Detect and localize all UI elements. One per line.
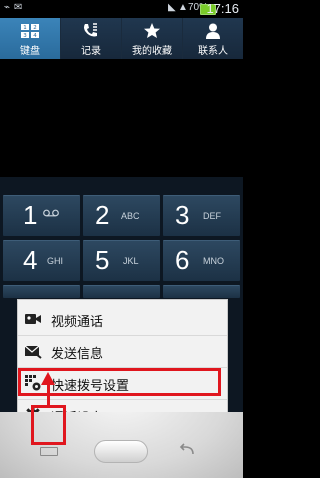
key-4[interactable]: 4 GHI [3,240,80,281]
key-digit: 3 [175,200,190,230]
key-6[interactable]: 6 MNO [163,240,240,281]
svg-text:1: 1 [23,25,27,31]
annotation-highlight-menu-key [31,405,66,445]
home-button[interactable] [94,440,148,463]
tab-label: 键盘 [20,46,40,57]
tab-keypad[interactable]: 1 2 3 4 键盘 [0,18,61,59]
status-bar: ⌁ ✉ ◣ ▲ 70% 17:16 [0,0,243,18]
menu-key[interactable] [40,447,58,456]
key-digit: 4 [23,245,38,275]
annotation-arrow-head [41,372,55,385]
tab-label: 我的收藏 [132,46,172,57]
key-letters: DEF [203,211,221,221]
tab-label: 记录 [81,46,101,57]
key-letters: ABC [121,211,140,221]
svg-text:4: 4 [33,33,37,39]
key-row-partial[interactable] [3,285,80,298]
key-letters: GHI [47,256,64,266]
key-letters: JKL [123,256,139,266]
usb-icon: ⌁ [4,2,11,13]
key-5[interactable]: 5 JKL [83,240,160,281]
key-letters: MNO [203,256,224,266]
back-key[interactable] [178,443,196,457]
key-1[interactable]: 1 [3,195,80,236]
key-digit: 6 [175,245,190,275]
notification-icon: ✉ [14,2,23,13]
menu-item-video-call[interactable]: 视频通话 [18,303,227,336]
signal-icon: ▲ [178,2,188,13]
tab-contacts[interactable]: 联系人 [183,18,243,59]
key-row-partial[interactable] [83,285,160,298]
send-message-icon [24,342,42,360]
key-row-partial[interactable] [163,285,240,298]
annotation-arrow [47,384,50,407]
wifi-icon: ◣ [168,2,176,13]
call-log-icon [81,22,101,40]
menu-item-send-message[interactable]: 发送信息 [18,335,227,368]
tab-call-log[interactable]: 记录 [61,18,122,59]
clock: 17:16 [206,1,239,16]
key-2[interactable]: 2 ABC [83,195,160,236]
tab-bar: 1 2 3 4 键盘 记录 我的收藏 联系人 [0,18,243,59]
number-display [0,59,243,177]
key-digit: 5 [95,245,110,275]
svg-text:3: 3 [23,33,27,39]
star-icon [142,22,162,40]
video-call-icon [24,310,42,328]
key-digit: 2 [95,200,110,230]
key-3[interactable]: 3 DEF [163,195,240,236]
keypad-icon: 1 2 3 4 [20,22,40,40]
tab-favorites[interactable]: 我的收藏 [122,18,183,59]
key-digit: 1 [23,200,38,230]
person-icon [203,22,223,40]
voicemail-icon [43,209,59,219]
tab-label: 联系人 [198,46,228,57]
menu-item-label: 视频通话 [51,314,104,329]
menu-item-label: 发送信息 [51,346,104,361]
svg-text:2: 2 [33,25,37,31]
